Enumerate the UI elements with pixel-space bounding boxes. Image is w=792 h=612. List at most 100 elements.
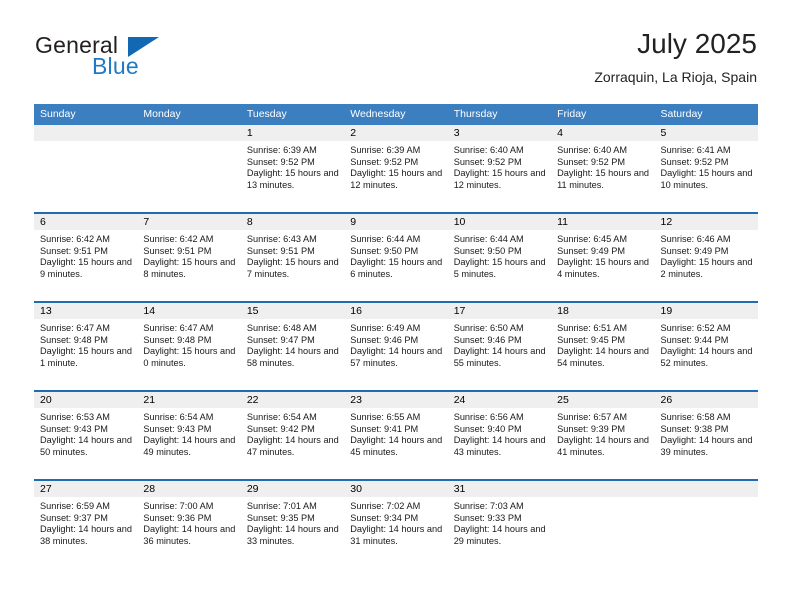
sunrise-text: Sunrise: 6:57 AM bbox=[557, 412, 628, 422]
day-cell[interactable]: 1 Sunrise: 6:39 AM Sunset: 9:52 PM Daylight… bbox=[240, 125, 345, 212]
day-cell[interactable]: 26 Sunrise: 6:58 AM Sunset: 9:38 PM Dayligh… bbox=[654, 392, 758, 479]
daylight-text: Daylight: 14 hours and 38 minutes. bbox=[40, 524, 132, 546]
daylight-text: Daylight: 14 hours and 45 minutes. bbox=[350, 435, 443, 457]
day-number: 27 bbox=[34, 481, 138, 497]
day-cell[interactable]: 4 Sunrise: 6:40 AM Sunset: 9:52 PM Daylight… bbox=[551, 125, 655, 212]
day-number: 30 bbox=[344, 481, 448, 497]
sunset-text: Sunset: 9:48 PM bbox=[143, 334, 212, 345]
day-cell[interactable]: 21 Sunrise: 6:54 AM Sunset: 9:43 PM Dayligh… bbox=[137, 392, 241, 479]
weekday-header-tuesday: Tuesday bbox=[246, 108, 287, 120]
page-header: General Blue July 2025 Zorraquin, La Rio… bbox=[35, 26, 757, 94]
day-cell[interactable]: 3 Sunrise: 6:40 AM Sunset: 9:52 PM Daylight… bbox=[447, 125, 552, 212]
day-cell[interactable]: 6 Sunrise: 6:42 AM Sunset: 9:51 PM Daylight… bbox=[34, 214, 138, 301]
day-number: 25 bbox=[551, 392, 655, 408]
daylight-text: Daylight: 14 hours and 33 minutes. bbox=[246, 524, 339, 546]
day-cell[interactable]: 12 Sunrise: 6:46 AM Sunset: 9:49 PM Dayligh… bbox=[654, 214, 758, 301]
day-details: Sunrise: 7:01 AM Sunset: 9:35 PM Daylight:… bbox=[241, 497, 344, 547]
day-cell[interactable]: 7 Sunrise: 6:42 AM Sunset: 9:51 PM Daylight… bbox=[137, 214, 241, 301]
day-cell[interactable]: 30 Sunrise: 7:02 AM Sunset: 9:34 PM Dayligh… bbox=[344, 481, 448, 568]
sunset-text: Sunset: 9:37 PM bbox=[40, 512, 108, 523]
day-cell-empty bbox=[137, 125, 241, 212]
day-cell[interactable]: 14 Sunrise: 6:47 AM Sunset: 9:48 PM Dayligh… bbox=[137, 303, 241, 390]
day-cell[interactable]: 23 Sunrise: 6:55 AM Sunset: 9:41 PM Dayligh… bbox=[344, 392, 448, 479]
sunrise-text: Sunrise: 6:54 AM bbox=[246, 412, 317, 422]
day-cell[interactable]: 13 Sunrise: 6:47 AM Sunset: 9:48 PM Dayligh… bbox=[34, 303, 138, 390]
sunset-text: Sunset: 9:51 PM bbox=[40, 245, 108, 256]
day-details: Sunrise: 6:59 AM Sunset: 9:37 PM Daylight:… bbox=[34, 497, 137, 547]
day-number: 12 bbox=[654, 214, 758, 230]
daylight-text: Daylight: 15 hours and 1 minute. bbox=[40, 346, 132, 368]
day-number bbox=[551, 481, 655, 497]
sunset-text: Sunset: 9:52 PM bbox=[557, 156, 626, 167]
sunset-text: Sunset: 9:43 PM bbox=[40, 423, 108, 434]
day-cell[interactable]: 29 Sunrise: 7:01 AM Sunset: 9:35 PM Dayligh… bbox=[240, 481, 345, 568]
day-number: 31 bbox=[447, 481, 552, 497]
day-cell[interactable]: 27 Sunrise: 6:59 AM Sunset: 9:37 PM Dayligh… bbox=[34, 481, 138, 568]
day-number: 6 bbox=[34, 214, 138, 230]
calendar-week-row: 13 Sunrise: 6:47 AM Sunset: 9:48 PM Dayligh… bbox=[34, 303, 758, 392]
day-cell[interactable]: 17 Sunrise: 6:50 AM Sunset: 9:46 PM Dayligh… bbox=[447, 303, 552, 390]
day-details: Sunrise: 7:03 AM Sunset: 9:33 PM Daylight:… bbox=[448, 497, 551, 547]
day-details: Sunrise: 6:41 AM Sunset: 9:52 PM Daylight:… bbox=[655, 141, 758, 191]
sunset-text: Sunset: 9:51 PM bbox=[246, 245, 315, 256]
brand-logo[interactable]: General Blue bbox=[35, 32, 235, 88]
day-details: Sunrise: 6:47 AM Sunset: 9:48 PM Daylight:… bbox=[34, 319, 137, 369]
calendar-page: General Blue July 2025 Zorraquin, La Rio… bbox=[0, 0, 792, 612]
day-cell[interactable]: 15 Sunrise: 6:48 AM Sunset: 9:47 PM Dayligh… bbox=[240, 303, 345, 390]
day-cell[interactable]: 25 Sunrise: 6:57 AM Sunset: 9:39 PM Dayligh… bbox=[551, 392, 655, 479]
daylight-text: Daylight: 15 hours and 4 minutes. bbox=[557, 257, 650, 279]
day-details: Sunrise: 6:52 AM Sunset: 9:44 PM Daylight:… bbox=[655, 319, 758, 369]
day-cell[interactable]: 19 Sunrise: 6:52 AM Sunset: 9:44 PM Dayligh… bbox=[654, 303, 758, 390]
sunset-text: Sunset: 9:40 PM bbox=[453, 423, 522, 434]
weekday-header-wednesday: Wednesday bbox=[350, 108, 406, 120]
weekday-header-sunday: Sunday bbox=[40, 108, 76, 120]
day-cell[interactable]: 5 Sunrise: 6:41 AM Sunset: 9:52 PM Daylight… bbox=[654, 125, 758, 212]
sunrise-text: Sunrise: 6:53 AM bbox=[40, 412, 110, 422]
day-cell[interactable]: 10 Sunrise: 6:44 AM Sunset: 9:50 PM Dayligh… bbox=[447, 214, 552, 301]
sunset-text: Sunset: 9:46 PM bbox=[453, 334, 522, 345]
day-details: Sunrise: 6:50 AM Sunset: 9:46 PM Daylight:… bbox=[448, 319, 551, 369]
sunset-text: Sunset: 9:49 PM bbox=[557, 245, 626, 256]
day-cell[interactable]: 9 Sunrise: 6:44 AM Sunset: 9:50 PM Daylight… bbox=[344, 214, 448, 301]
daylight-text: Daylight: 15 hours and 11 minutes. bbox=[557, 168, 650, 190]
day-details: Sunrise: 6:46 AM Sunset: 9:49 PM Daylight:… bbox=[655, 230, 758, 280]
day-cell[interactable]: 28 Sunrise: 7:00 AM Sunset: 9:36 PM Dayligh… bbox=[137, 481, 241, 568]
day-cell[interactable]: 2 Sunrise: 6:39 AM Sunset: 9:52 PM Daylight… bbox=[344, 125, 448, 212]
day-cell[interactable]: 16 Sunrise: 6:49 AM Sunset: 9:46 PM Dayligh… bbox=[344, 303, 448, 390]
sunrise-text: Sunrise: 7:02 AM bbox=[350, 501, 421, 511]
calendar-week-row: 27 Sunrise: 6:59 AM Sunset: 9:37 PM Dayligh… bbox=[34, 481, 758, 568]
weekday-header-friday: Friday bbox=[557, 108, 587, 120]
sunrise-text: Sunrise: 6:42 AM bbox=[40, 234, 110, 244]
day-number: 5 bbox=[654, 125, 758, 141]
day-details: Sunrise: 6:39 AM Sunset: 9:52 PM Daylight:… bbox=[344, 141, 447, 191]
sunrise-text: Sunrise: 6:56 AM bbox=[453, 412, 524, 422]
day-cell[interactable]: 18 Sunrise: 6:51 AM Sunset: 9:45 PM Dayligh… bbox=[551, 303, 655, 390]
sunset-text: Sunset: 9:52 PM bbox=[453, 156, 522, 167]
day-cell[interactable]: 24 Sunrise: 6:56 AM Sunset: 9:40 PM Dayligh… bbox=[447, 392, 552, 479]
day-number: 17 bbox=[447, 303, 552, 319]
sunset-text: Sunset: 9:52 PM bbox=[660, 156, 729, 167]
weekday-header-thursday: Thursday bbox=[453, 108, 498, 120]
day-details: Sunrise: 7:00 AM Sunset: 9:36 PM Daylight:… bbox=[137, 497, 240, 547]
calendar-week-row: 20 Sunrise: 6:53 AM Sunset: 9:43 PM Dayligh… bbox=[34, 392, 758, 481]
day-number: 11 bbox=[551, 214, 655, 230]
daylight-text: Daylight: 15 hours and 7 minutes. bbox=[246, 257, 339, 279]
day-cell[interactable]: 22 Sunrise: 6:54 AM Sunset: 9:42 PM Dayligh… bbox=[240, 392, 345, 479]
day-cell[interactable]: 8 Sunrise: 6:43 AM Sunset: 9:51 PM Daylight… bbox=[240, 214, 345, 301]
sunrise-text: Sunrise: 6:55 AM bbox=[350, 412, 421, 422]
day-cell[interactable]: 11 Sunrise: 6:45 AM Sunset: 9:49 PM Dayligh… bbox=[551, 214, 655, 301]
day-number: 18 bbox=[551, 303, 655, 319]
sunrise-text: Sunrise: 6:43 AM bbox=[246, 234, 317, 244]
day-number: 3 bbox=[447, 125, 552, 141]
calendar-week-row: 6 Sunrise: 6:42 AM Sunset: 9:51 PM Daylight… bbox=[34, 214, 758, 303]
daylight-text: Daylight: 14 hours and 31 minutes. bbox=[350, 524, 443, 546]
sunset-text: Sunset: 9:42 PM bbox=[246, 423, 315, 434]
day-cell[interactable]: 20 Sunrise: 6:53 AM Sunset: 9:43 PM Dayligh… bbox=[34, 392, 138, 479]
day-cell[interactable]: 31 Sunrise: 7:03 AM Sunset: 9:33 PM Dayligh… bbox=[447, 481, 552, 568]
sunset-text: Sunset: 9:45 PM bbox=[557, 334, 626, 345]
daylight-text: Daylight: 14 hours and 43 minutes. bbox=[453, 435, 546, 457]
daylight-text: Daylight: 14 hours and 57 minutes. bbox=[350, 346, 443, 368]
day-number: 2 bbox=[344, 125, 448, 141]
day-number: 8 bbox=[240, 214, 345, 230]
daylight-text: Daylight: 14 hours and 39 minutes. bbox=[660, 435, 753, 457]
